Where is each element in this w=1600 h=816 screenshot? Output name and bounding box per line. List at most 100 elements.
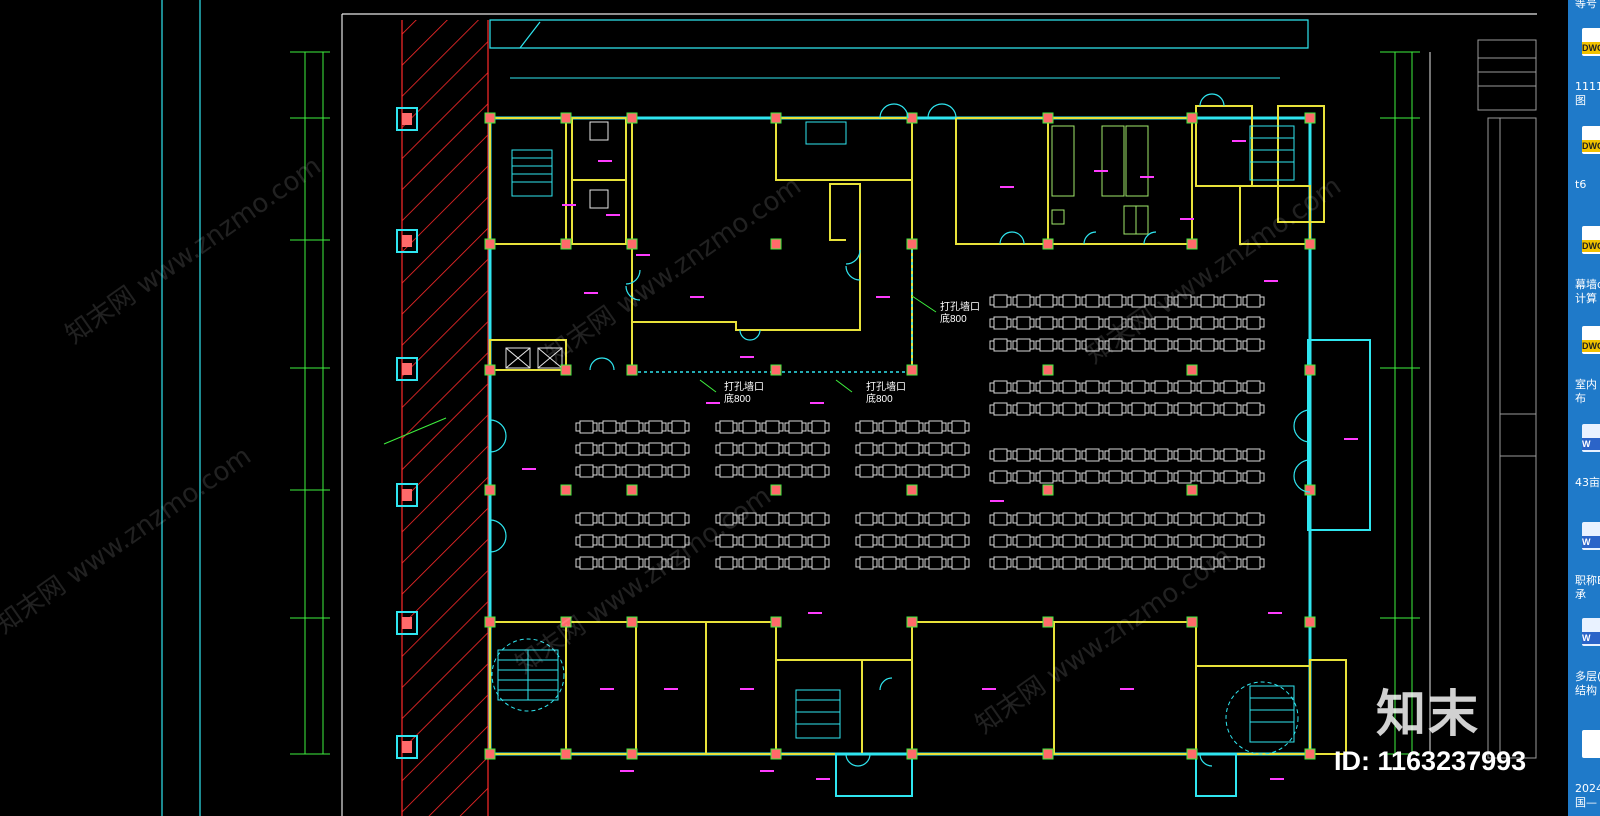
chair (1121, 382, 1127, 392)
chair (1035, 318, 1041, 328)
dining-table (1039, 402, 1054, 416)
dining-table (579, 442, 594, 456)
desktop-file-item[interactable]: DWG 幕墙d计算 (1568, 226, 1600, 316)
chair (1006, 450, 1012, 460)
chair (947, 422, 953, 432)
dining-table (579, 464, 594, 478)
dining-table (671, 420, 686, 434)
desktop-file-item[interactable]: W 43亩 (1568, 424, 1600, 514)
chair (621, 558, 627, 568)
chair (1219, 472, 1225, 482)
chair (1029, 296, 1035, 306)
chair (1098, 558, 1104, 568)
dining-table (671, 512, 686, 526)
column (770, 616, 782, 628)
chair (918, 536, 924, 546)
desktop-file-item[interactable]: DWG t6 (1568, 126, 1600, 216)
chair (732, 444, 738, 454)
column (1304, 238, 1316, 250)
chair (684, 422, 690, 432)
desktop-file-item[interactable]: DWG 室内布 (1568, 326, 1600, 416)
dining-table (1108, 402, 1123, 416)
dining-table (951, 442, 966, 456)
room-tag (760, 770, 774, 772)
chair (1121, 558, 1127, 568)
chair (1098, 472, 1104, 482)
chair (661, 422, 667, 432)
chair (684, 514, 690, 524)
chair (638, 422, 644, 432)
file-type-badge: DWG (1582, 340, 1600, 352)
dining-table (1154, 402, 1169, 416)
chair (1259, 514, 1265, 524)
chair (801, 466, 807, 476)
chair (855, 422, 861, 432)
dining-table (1016, 448, 1031, 462)
chair (1104, 450, 1110, 460)
room-tag (876, 296, 890, 298)
chair (1058, 340, 1064, 350)
chair (824, 558, 830, 568)
chair (1242, 404, 1248, 414)
chair (901, 536, 907, 546)
column (626, 748, 638, 760)
chair (1081, 558, 1087, 568)
chair (872, 536, 878, 546)
dining-table (602, 534, 617, 548)
chair (575, 536, 581, 546)
desktop-file-label: 1111 (1575, 80, 1600, 93)
chair (895, 558, 901, 568)
chair (1075, 318, 1081, 328)
desktop-file-item[interactable]: W 多层(结构 (1568, 618, 1600, 708)
chair (667, 444, 673, 454)
chair (947, 444, 953, 454)
dining-table (625, 420, 640, 434)
room-tag (706, 402, 720, 404)
chair (1012, 382, 1018, 392)
desktop-file-item[interactable]: 2024 国— (1568, 730, 1600, 816)
cad-drawing-canvas[interactable]: 打孔墙口 底800 打孔墙口 底800 打孔墙口 底800 知末网 www.zn… (0, 0, 1568, 816)
dining-table (625, 464, 640, 478)
chair (644, 514, 650, 524)
chair (1236, 514, 1242, 524)
dining-table (811, 420, 826, 434)
column (560, 112, 572, 124)
dining-table (1246, 534, 1261, 548)
chair (1236, 382, 1242, 392)
chair (1196, 536, 1202, 546)
dining-table (1108, 470, 1123, 484)
dining-table (671, 464, 686, 478)
chair (1104, 536, 1110, 546)
column (1042, 748, 1054, 760)
chair (1190, 450, 1196, 460)
dining-table (1246, 316, 1261, 330)
chair (1075, 472, 1081, 482)
chair (738, 536, 744, 546)
chair (1029, 382, 1035, 392)
chair (1006, 296, 1012, 306)
chair (1058, 472, 1064, 482)
dining-table (1085, 294, 1100, 308)
chair (667, 466, 673, 476)
room-tag (584, 292, 598, 294)
chair (732, 558, 738, 568)
chair (1081, 450, 1087, 460)
chair (918, 422, 924, 432)
room-tag (620, 770, 634, 772)
opening-label-b-sub: 底800 (724, 392, 751, 405)
dwg-file-icon: DWG (1582, 126, 1600, 154)
chair (1058, 514, 1064, 524)
desktop-file-item[interactable]: W 职称E承 (1568, 522, 1600, 612)
chair (598, 466, 604, 476)
dining-table (602, 420, 617, 434)
chair (615, 558, 621, 568)
chair (1127, 536, 1133, 546)
dining-table (765, 556, 780, 570)
chair (598, 514, 604, 524)
dining-table (1246, 380, 1261, 394)
dining-table (1108, 448, 1123, 462)
chair (1196, 340, 1202, 350)
opening-label-c-sub: 底800 (866, 392, 893, 405)
desktop-file-item[interactable]: DWG 1111图 (1568, 28, 1600, 118)
chair (1035, 340, 1041, 350)
